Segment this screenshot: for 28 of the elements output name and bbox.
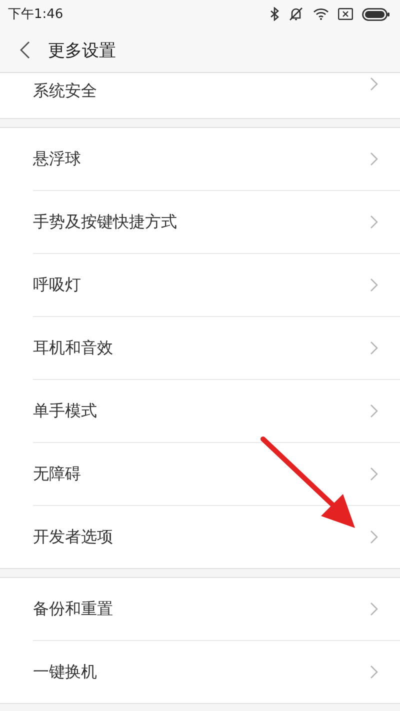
bluetooth-icon bbox=[270, 7, 279, 21]
muted-bell-icon bbox=[288, 7, 304, 21]
settings-item[interactable]: 系统安全 bbox=[0, 73, 400, 118]
wifi-icon bbox=[313, 8, 329, 20]
battery-icon bbox=[362, 8, 390, 20]
chevron-icon bbox=[370, 467, 378, 481]
chevron-icon bbox=[370, 152, 378, 166]
chevron-icon bbox=[370, 341, 378, 355]
chevron-icon bbox=[370, 665, 378, 679]
settings-item[interactable]: 单手模式 bbox=[0, 380, 400, 442]
settings-item[interactable]: 备份和重置 bbox=[0, 578, 400, 640]
page-title: 更多设置 bbox=[48, 40, 116, 62]
chevron-icon bbox=[370, 278, 378, 292]
settings-item[interactable]: 耳机和音效 bbox=[0, 317, 400, 379]
no-sim-icon bbox=[338, 8, 353, 20]
settings-item[interactable]: 一键换机 bbox=[0, 641, 400, 703]
chevron-icon bbox=[370, 404, 378, 418]
settings-item[interactable]: 开发者选项 bbox=[0, 506, 400, 568]
chevron-icon bbox=[370, 602, 378, 616]
settings-item[interactable]: 悬浮球 bbox=[0, 128, 400, 190]
settings-item[interactable]: 无障碍 bbox=[0, 443, 400, 505]
chevron-icon bbox=[370, 77, 378, 91]
chevron-icon bbox=[370, 530, 378, 544]
status-time: 下午1:46 bbox=[8, 6, 64, 23]
settings-item[interactable]: 手势及按键快捷方式 bbox=[0, 191, 400, 253]
chevron-icon bbox=[370, 215, 378, 229]
settings-item[interactable]: 呼吸灯 bbox=[0, 254, 400, 316]
back-icon bbox=[20, 41, 30, 59]
